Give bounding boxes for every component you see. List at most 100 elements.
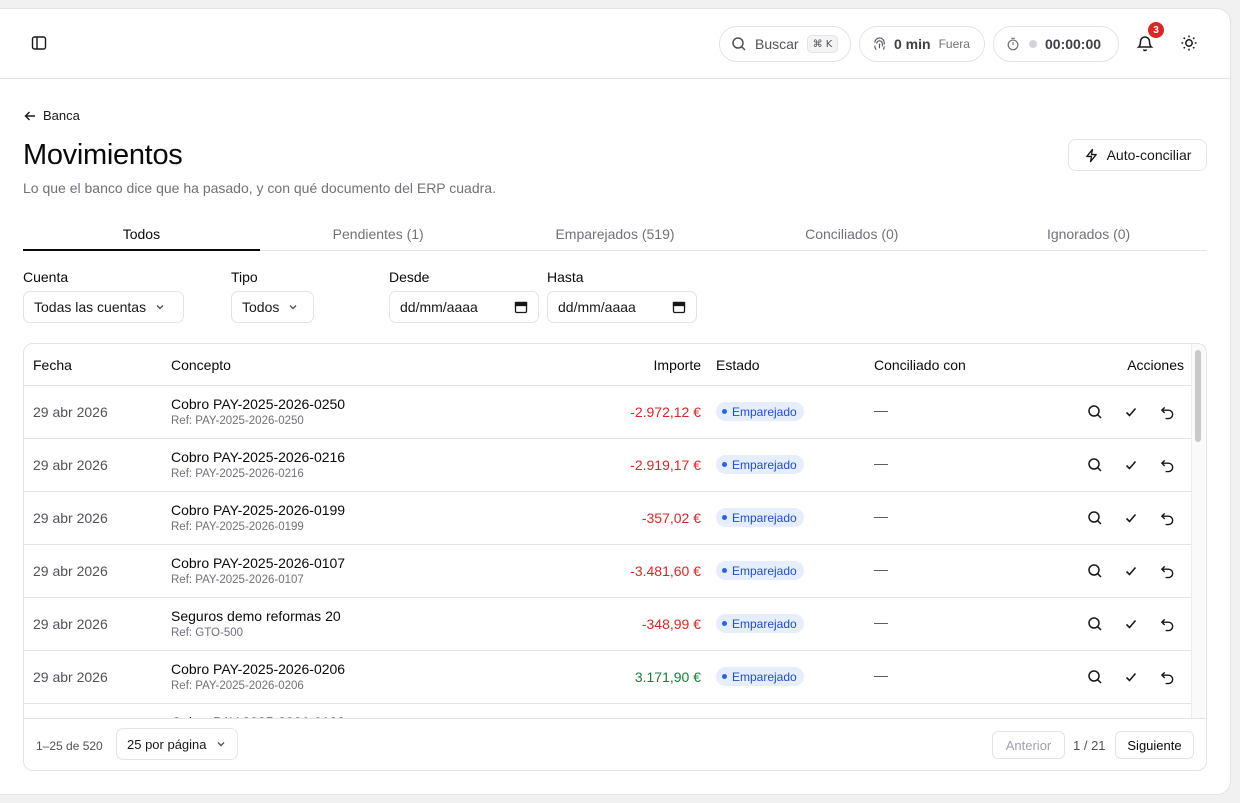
auto-reconcile-button[interactable]: Auto-conciliar — [1068, 139, 1207, 171]
lightning-icon — [1085, 148, 1097, 162]
sidebar-toggle-button[interactable] — [25, 29, 53, 57]
status-dot — [722, 462, 727, 467]
view-match-button[interactable] — [1085, 402, 1105, 422]
to-date-input[interactable]: dd/mm/aaaa — [547, 291, 697, 323]
table-row[interactable]: 29 abr 2026 Cobro PAY-2025-2026-0206 Ref… — [24, 651, 1192, 704]
page-indicator: 1 / 21 — [1073, 738, 1106, 753]
table-scrollbar[interactable] — [1191, 344, 1205, 718]
confirm-match-button[interactable] — [1121, 667, 1141, 687]
timer-value: 00:00:00 — [1045, 36, 1102, 52]
type-select-value: Todos — [242, 299, 280, 315]
row-reference: Ref: PAY-2025-2026-0206 — [171, 680, 304, 692]
chevron-down-icon — [156, 305, 164, 310]
status-badge: Emparejado — [716, 614, 804, 633]
per-page-select[interactable]: 25 por página — [116, 728, 238, 760]
view-match-button[interactable] — [1085, 561, 1105, 581]
table-row[interactable]: 29 abr 2026 Cobro PAY-2025-2026-0199 Ref… — [24, 492, 1192, 545]
row-reconciled-with: — — [874, 402, 888, 418]
row-amount: 3.171,90 € — [634, 669, 701, 685]
table-row[interactable]: 29 abr 2026 Cobro PAY-2025-2026-0107 Ref… — [24, 545, 1192, 598]
row-date: 29 abr 2026 — [33, 457, 108, 473]
row-amount: -2.919,17 € — [630, 457, 701, 473]
status-dot — [722, 568, 727, 573]
type-select[interactable]: Todos — [231, 291, 314, 323]
confirm-match-button[interactable] — [1121, 455, 1141, 475]
tab-pendientes[interactable]: Pendientes (1) — [260, 218, 497, 249]
scrollbar-thumb[interactable] — [1195, 350, 1201, 442]
row-reference: Ref: PAY-2025-2026-0216 — [171, 468, 304, 480]
view-match-button[interactable] — [1085, 455, 1105, 475]
previous-page-button[interactable]: Anterior — [992, 731, 1065, 759]
undo-match-button[interactable] — [1157, 508, 1177, 528]
account-select[interactable]: Todas las cuentas — [23, 291, 184, 323]
status-badge: Emparejado — [716, 455, 804, 474]
confirm-match-button[interactable] — [1121, 561, 1141, 581]
confirm-match-button[interactable] — [1121, 508, 1141, 528]
tab-todos[interactable]: Todos — [23, 218, 260, 251]
table-body: 29 abr 2026 Cobro PAY-2025-2026-0250 Ref… — [24, 386, 1192, 718]
row-reference: Ref: PAY-2025-2026-0199 — [171, 521, 304, 533]
tab-conciliados[interactable]: Conciliados (0) — [733, 218, 970, 249]
check-icon — [1125, 619, 1137, 629]
table-row[interactable]: 29 abr 2026 Seguros demo reformas 20 Ref… — [24, 598, 1192, 651]
status-badge: Emparejado — [716, 508, 804, 527]
row-reference: Ref: GTO-500 — [171, 627, 244, 639]
header-date: Fecha — [33, 357, 72, 373]
tab-ignorados[interactable]: Ignorados (0) — [970, 218, 1207, 249]
undo-icon — [1160, 406, 1173, 419]
table-row[interactable]: 29 abr 2026 Cobro PAY-2025-2026-0250 Ref… — [24, 386, 1192, 439]
from-date-input[interactable]: dd/mm/aaaa — [389, 291, 539, 323]
row-date: 29 abr 2026 — [33, 669, 108, 685]
calendar-icon[interactable] — [514, 300, 528, 314]
app-window: Buscar ⌘ K 0 min Fuera 00:00:00 3 Banca … — [0, 8, 1231, 795]
search-icon — [1088, 405, 1102, 419]
view-match-button[interactable] — [1085, 614, 1105, 634]
timer-button[interactable]: 00:00:00 — [993, 26, 1119, 62]
undo-match-button[interactable] — [1157, 561, 1177, 581]
theme-toggle-button[interactable] — [1175, 29, 1203, 57]
undo-match-button[interactable] — [1157, 667, 1177, 687]
account-select-value: Todas las cuentas — [34, 299, 147, 315]
row-concept: Cobro PAY-2025-2026-0199 — [171, 502, 346, 518]
row-reconciled-with: — — [874, 508, 888, 524]
check-icon — [1125, 407, 1137, 417]
row-reconciled-with: — — [874, 455, 888, 471]
sun-icon — [1181, 35, 1197, 51]
search-icon — [1088, 617, 1102, 631]
next-page-button[interactable]: Siguiente — [1115, 731, 1194, 759]
per-page-value: 25 por página — [127, 736, 207, 752]
presence-button[interactable]: 0 min Fuera — [859, 26, 985, 62]
row-date: 29 abr 2026 — [33, 404, 108, 420]
from-date-placeholder: dd/mm/aaaa — [400, 299, 478, 315]
undo-match-button[interactable] — [1157, 402, 1177, 422]
status-badge: Emparejado — [716, 561, 804, 580]
pagination-range: 1–25 de 520 — [36, 739, 103, 753]
confirm-match-button[interactable] — [1121, 402, 1141, 422]
search-icon — [732, 37, 746, 51]
tab-emparejados[interactable]: Emparejados (519) — [497, 218, 734, 249]
notifications-button[interactable]: 3 — [1131, 22, 1164, 57]
arrow-left-icon — [24, 111, 35, 120]
search-shortcut: ⌘ K — [806, 35, 839, 53]
to-date-placeholder: dd/mm/aaaa — [558, 299, 636, 315]
undo-icon — [1160, 618, 1173, 631]
search-button[interactable]: Buscar ⌘ K — [719, 26, 851, 62]
view-match-button[interactable] — [1085, 508, 1105, 528]
status-label: Emparejado — [732, 510, 797, 525]
view-match-button[interactable] — [1085, 667, 1105, 687]
status-dot — [722, 515, 727, 520]
calendar-icon[interactable] — [672, 300, 686, 314]
table-row[interactable]: 29 abr 2026 Cobro PAY-2025-2026-0182 Ref… — [24, 704, 1192, 718]
status-label: Emparejado — [732, 404, 797, 419]
header-amount: Importe — [653, 357, 701, 373]
row-concept: Cobro PAY-2025-2026-0206 — [171, 661, 346, 677]
undo-match-button[interactable] — [1157, 455, 1177, 475]
undo-match-button[interactable] — [1157, 614, 1177, 634]
table-row[interactable]: 29 abr 2026 Cobro PAY-2025-2026-0216 Ref… — [24, 439, 1192, 492]
undo-icon — [1160, 459, 1173, 472]
row-reconciled-with: — — [874, 561, 888, 577]
row-date: 29 abr 2026 — [33, 616, 108, 632]
header-status: Estado — [716, 357, 760, 373]
confirm-match-button[interactable] — [1121, 614, 1141, 634]
back-link[interactable]: Banca — [23, 108, 80, 123]
